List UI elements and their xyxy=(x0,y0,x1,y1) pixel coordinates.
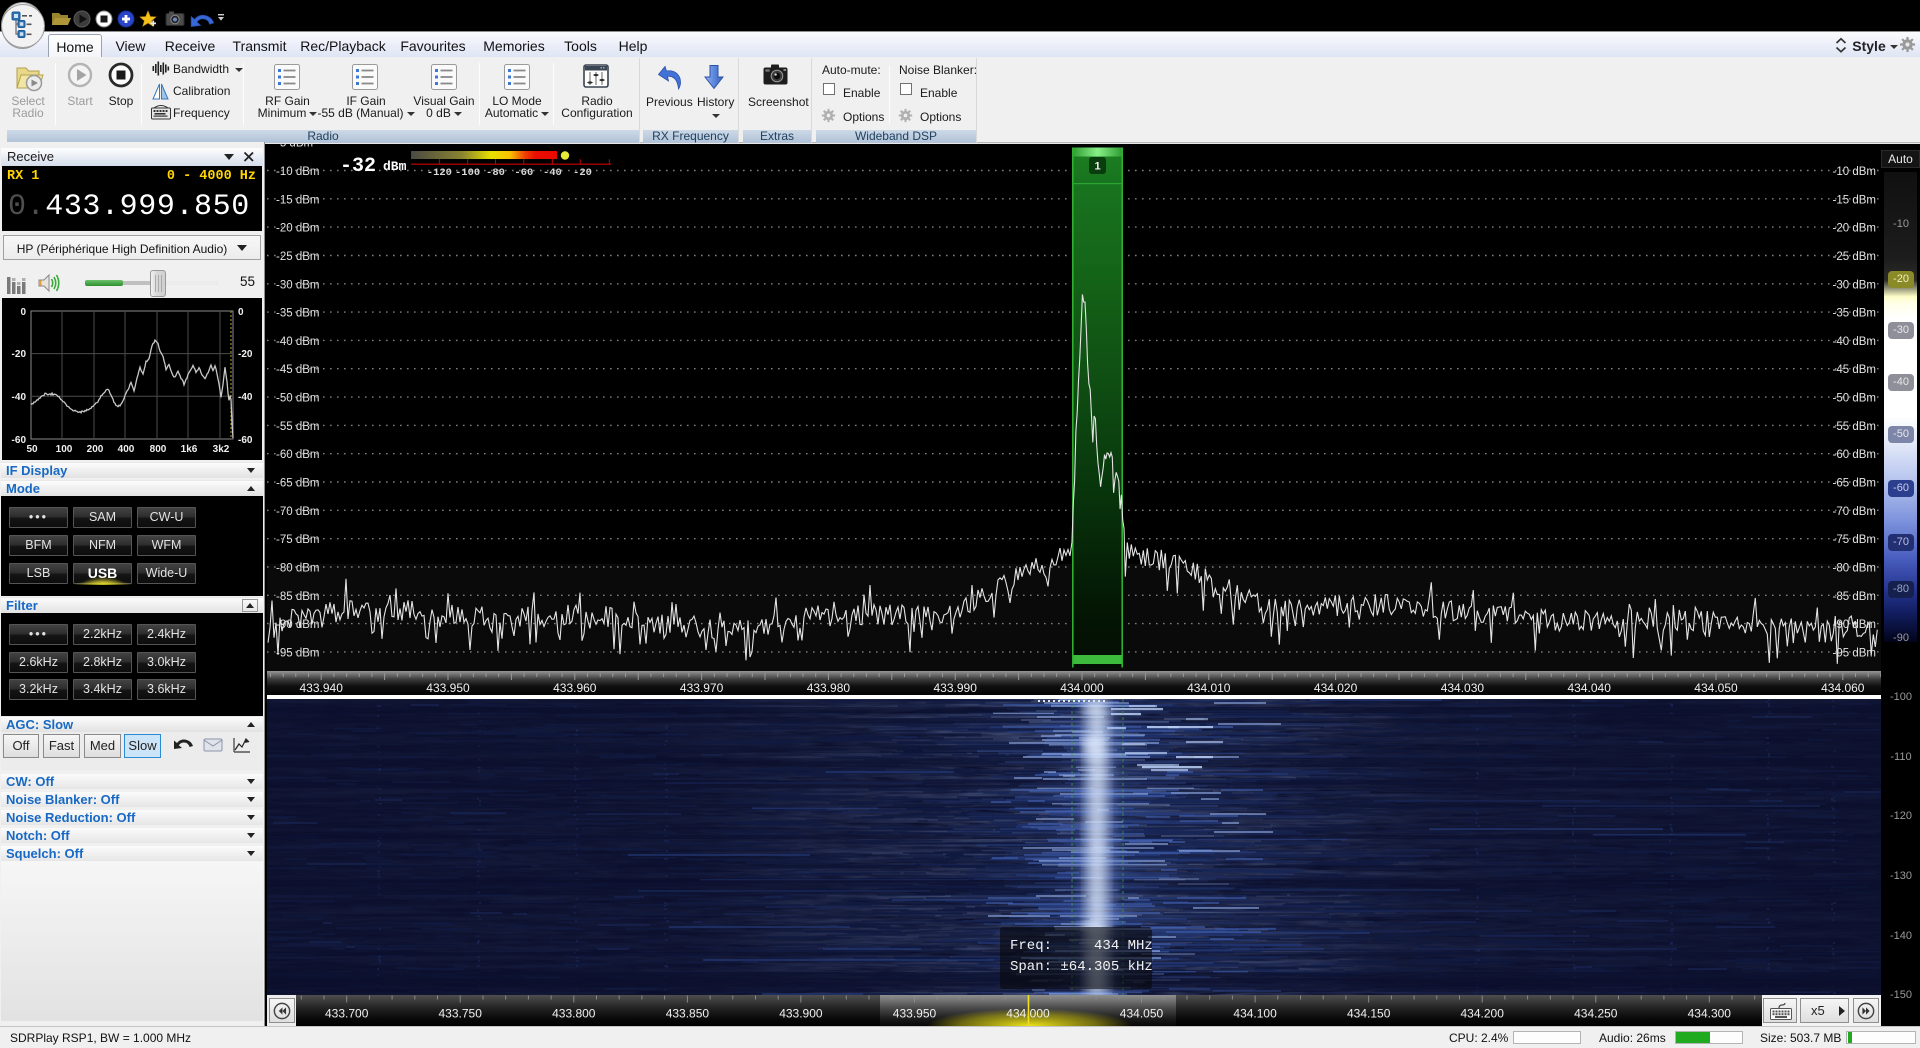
svg-text:433.990: 433.990 xyxy=(934,681,978,695)
svg-text:-15 dBm: -15 dBm xyxy=(1833,194,1876,206)
svg-text:-40: -40 xyxy=(543,167,562,179)
svg-text:-55 dBm: -55 dBm xyxy=(1833,421,1876,433)
svg-text:-5 dBm: -5 dBm xyxy=(276,144,313,150)
svg-text:434.040: 434.040 xyxy=(1568,681,1612,695)
svg-text:-20 dBm: -20 dBm xyxy=(1833,223,1876,235)
svg-text:434.000: 434.000 xyxy=(1060,681,1104,695)
svg-text:0: 0 xyxy=(20,307,26,318)
svg-text:-50 dBm: -50 dBm xyxy=(276,393,319,405)
svg-text:-35 dBm: -35 dBm xyxy=(1833,308,1876,320)
svg-text:433.700: 433.700 xyxy=(325,1007,369,1021)
svg-text:-20: -20 xyxy=(12,349,27,360)
svg-text:1k6: 1k6 xyxy=(181,444,198,455)
svg-text:-10 dBm: -10 dBm xyxy=(1833,166,1876,178)
svg-text:433.970: 433.970 xyxy=(680,681,724,695)
svg-text:-75 dBm: -75 dBm xyxy=(1833,534,1876,546)
svg-text:-25 dBm: -25 dBm xyxy=(276,251,319,263)
svg-text:434.200: 434.200 xyxy=(1461,1007,1505,1021)
svg-text:-60: -60 xyxy=(514,167,533,179)
svg-text:-32: -32 xyxy=(340,155,376,178)
svg-text:-15 dBm: -15 dBm xyxy=(276,194,319,206)
svg-text:433.750: 433.750 xyxy=(439,1007,483,1021)
svg-text:-95 dBm: -95 dBm xyxy=(1833,647,1876,659)
svg-text:433.800: 433.800 xyxy=(552,1007,596,1021)
svg-text:-75 dBm: -75 dBm xyxy=(276,534,319,546)
svg-text:-40: -40 xyxy=(238,392,253,403)
svg-text:-25 dBm: -25 dBm xyxy=(1833,251,1876,263)
svg-text:-100: -100 xyxy=(455,167,480,179)
svg-text:-80 dBm: -80 dBm xyxy=(1833,563,1876,575)
svg-text:400: 400 xyxy=(118,444,135,455)
svg-text:-70 dBm: -70 dBm xyxy=(276,506,319,518)
svg-text:-55 dBm: -55 dBm xyxy=(276,421,319,433)
svg-text:-60 dBm: -60 dBm xyxy=(276,449,319,461)
svg-text:-80 dBm: -80 dBm xyxy=(276,563,319,575)
svg-text:-20: -20 xyxy=(573,167,592,179)
svg-text:-65 dBm: -65 dBm xyxy=(1833,478,1876,490)
svg-text:-20: -20 xyxy=(238,349,253,360)
svg-text:434.030: 434.030 xyxy=(1441,681,1485,695)
svg-text:-70 dBm: -70 dBm xyxy=(1833,506,1876,518)
svg-text:434.300: 434.300 xyxy=(1688,1007,1732,1021)
svg-text:-10 dBm: -10 dBm xyxy=(276,166,319,178)
svg-text:-20 dBm: -20 dBm xyxy=(276,223,319,235)
svg-text:434.010: 434.010 xyxy=(1187,681,1231,695)
svg-text:800: 800 xyxy=(150,444,167,455)
svg-text:433.950: 433.950 xyxy=(893,1007,937,1021)
svg-text:-30 dBm: -30 dBm xyxy=(276,279,319,291)
svg-text:434.050: 434.050 xyxy=(1120,1007,1164,1021)
svg-text:433.940: 433.940 xyxy=(300,681,344,695)
svg-text:-80: -80 xyxy=(486,167,505,179)
svg-text:-85 dBm: -85 dBm xyxy=(1833,591,1876,603)
svg-text:-120: -120 xyxy=(427,167,452,179)
svg-text:0: 0 xyxy=(238,307,244,318)
svg-text:434.150: 434.150 xyxy=(1347,1007,1391,1021)
svg-text:434.060: 434.060 xyxy=(1821,681,1865,695)
svg-text:433.950: 433.950 xyxy=(426,681,470,695)
svg-text:-60 dBm: -60 dBm xyxy=(1833,449,1876,461)
svg-text:434.050: 434.050 xyxy=(1694,681,1738,695)
svg-text:433.960: 433.960 xyxy=(553,681,597,695)
svg-text:433.900: 433.900 xyxy=(779,1007,823,1021)
svg-text:434.100: 434.100 xyxy=(1233,1007,1277,1021)
svg-text:3k2: 3k2 xyxy=(213,444,230,455)
svg-text:-40 dBm: -40 dBm xyxy=(276,336,319,348)
svg-text:50: 50 xyxy=(26,444,38,455)
svg-text:dBm: dBm xyxy=(383,159,407,174)
svg-text:-30 dBm: -30 dBm xyxy=(1833,279,1876,291)
svg-text:-65 dBm: -65 dBm xyxy=(276,478,319,490)
svg-text:-60: -60 xyxy=(238,435,253,446)
svg-text:-45 dBm: -45 dBm xyxy=(276,364,319,376)
svg-text:433.980: 433.980 xyxy=(807,681,851,695)
svg-text:434.020: 434.020 xyxy=(1314,681,1358,695)
svg-text:-40 dBm: -40 dBm xyxy=(1833,336,1876,348)
svg-text:434.250: 434.250 xyxy=(1574,1007,1618,1021)
svg-text:1: 1 xyxy=(1094,161,1100,173)
svg-text:-45 dBm: -45 dBm xyxy=(1833,364,1876,376)
svg-text:433.850: 433.850 xyxy=(666,1007,710,1021)
svg-text:-60: -60 xyxy=(12,435,27,446)
svg-text:-40: -40 xyxy=(12,392,27,403)
svg-text:200: 200 xyxy=(87,444,104,455)
svg-text:-85 dBm: -85 dBm xyxy=(276,591,319,603)
svg-text:-95 dBm: -95 dBm xyxy=(276,647,319,659)
svg-text:-50 dBm: -50 dBm xyxy=(1833,393,1876,405)
svg-text:100: 100 xyxy=(56,444,73,455)
svg-text:-35 dBm: -35 dBm xyxy=(276,308,319,320)
